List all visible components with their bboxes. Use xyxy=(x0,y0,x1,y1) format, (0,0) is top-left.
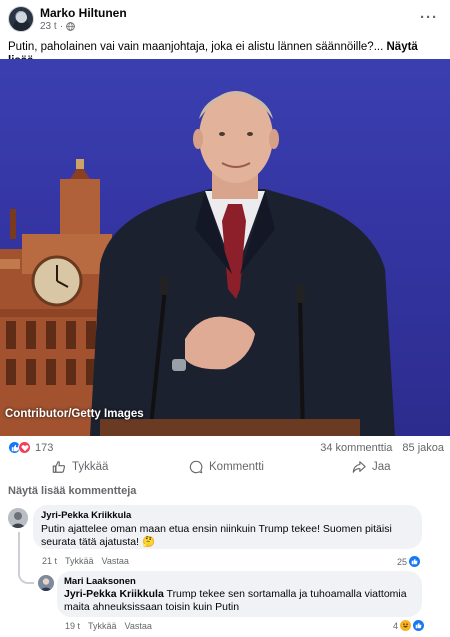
share-arrow-icon xyxy=(352,461,366,473)
thread-connector xyxy=(18,532,34,584)
comment-reactions[interactable]: 25 xyxy=(397,556,421,567)
podium-illustration xyxy=(100,419,360,436)
reply-reply-link[interactable]: Vastaa xyxy=(125,621,152,631)
commenter-name[interactable]: Jyri-Pekka Kriikkula xyxy=(41,510,131,521)
more-options-icon[interactable]: ··· xyxy=(420,9,438,26)
author-avatar[interactable] xyxy=(8,6,34,32)
post-time[interactable]: 23 t xyxy=(40,21,57,32)
thumbs-up-icon xyxy=(52,461,66,473)
photo-illustration xyxy=(0,91,395,436)
view-more-comments-link[interactable]: Näytä lisää kommentteja xyxy=(8,485,136,497)
reaction-summary[interactable]: 173 xyxy=(8,441,53,454)
reply-reactions[interactable]: 4 xyxy=(393,620,425,631)
like-reaction-icon xyxy=(413,620,425,631)
commenter-avatar[interactable] xyxy=(8,508,28,528)
comment-reply-link[interactable]: Vastaa xyxy=(102,556,129,566)
like-button[interactable]: Tykkää xyxy=(52,460,108,474)
author-name[interactable]: Marko Hiltunen xyxy=(40,6,127,20)
post-body: Putin, paholainen vai vain maanjohtaja, … xyxy=(8,41,384,53)
share-label: Jaa xyxy=(372,461,391,473)
share-button[interactable]: Jaa xyxy=(352,460,391,474)
reaction-count: 173 xyxy=(35,441,54,454)
love-reaction-icon xyxy=(18,441,31,454)
comment-text-line-1: Putin ajattelee oman maan etua ensin nii… xyxy=(41,523,392,535)
reply-author-name[interactable]: Mari Laaksonen xyxy=(64,576,136,587)
reply-meta: 19 t Tykkää Vastaa xyxy=(65,621,152,631)
comment-bubble-icon xyxy=(189,460,203,474)
comment-label: Kommentti xyxy=(209,461,264,473)
comment-meta: 21 t Tykkää Vastaa xyxy=(42,556,129,566)
avatar-icon xyxy=(8,508,28,528)
post-meta: 23 t · xyxy=(40,21,75,32)
post-header: Marko Hiltunen 23 t · ··· xyxy=(0,0,450,38)
comment-count[interactable]: 34 kommenttia xyxy=(320,442,392,454)
reply-time[interactable]: 19 t xyxy=(65,621,80,631)
like-reaction-icon xyxy=(409,556,421,567)
reply-text-first: Trump tekee sen sortamalla ja tuhoamalla… xyxy=(163,588,407,600)
reply-reaction-count: 4 xyxy=(393,620,399,631)
stats-right: 34 kommenttia 85 jakoa xyxy=(320,442,444,454)
comment-like-link[interactable]: Tykkää xyxy=(65,556,94,566)
comment-time[interactable]: 21 t xyxy=(42,556,57,566)
post-actions: Tykkää Kommentti Jaa xyxy=(0,456,450,480)
avatar-icon xyxy=(38,575,54,591)
reply-avatar[interactable] xyxy=(38,575,54,591)
haha-reaction-icon xyxy=(400,620,412,631)
comment-text-line-2: seurata tätä ajatusta! 🤔 xyxy=(41,536,156,548)
photo-credit: Contributor/Getty Images xyxy=(5,408,144,420)
like-label: Tykkää xyxy=(72,461,109,473)
reply-like-link[interactable]: Tykkää xyxy=(88,621,117,631)
globe-icon xyxy=(66,22,75,31)
reply-text-line-2: maita ahneuksissaan toisin kuin Putin xyxy=(64,601,240,613)
mentioned-user[interactable]: Jyri-Pekka Kriikkula xyxy=(64,588,164,600)
comment-reaction-count: 25 xyxy=(397,556,408,567)
share-count[interactable]: 85 jakoa xyxy=(402,442,444,454)
reply-text-line-1: Jyri-Pekka Kriikkula Trump tekee sen sor… xyxy=(64,587,407,601)
post-photo[interactable]: Contributor/Getty Images xyxy=(0,59,450,436)
comment-button[interactable]: Kommentti xyxy=(189,460,264,474)
speaker-illustration xyxy=(90,91,395,436)
